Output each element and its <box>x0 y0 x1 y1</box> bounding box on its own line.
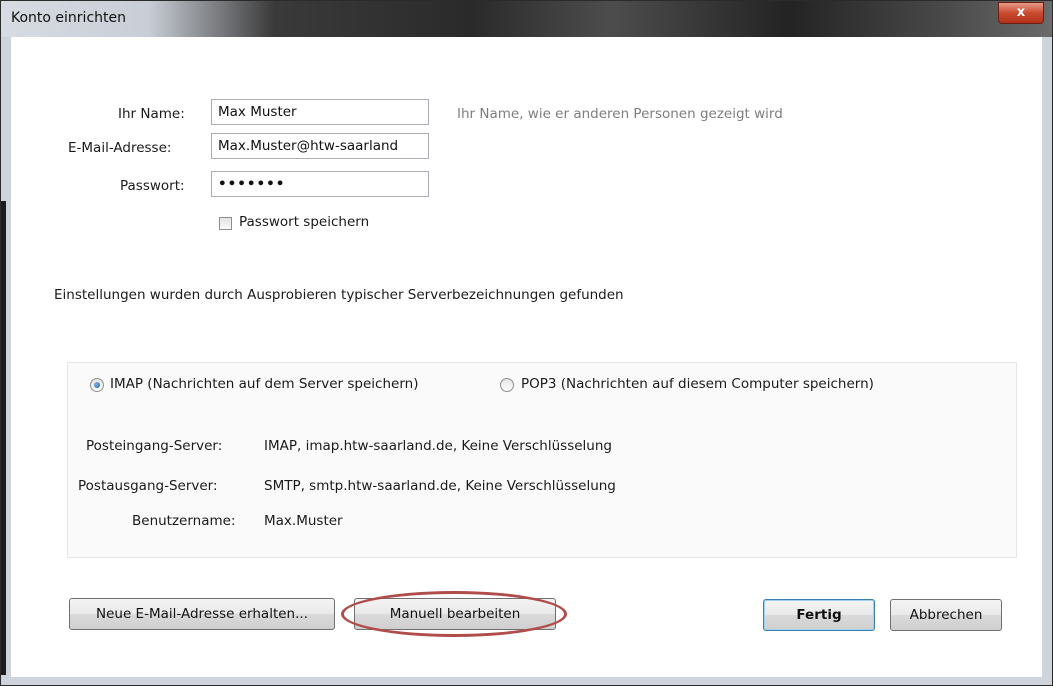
window-frame-right <box>1042 37 1052 685</box>
window-title: Konto einrichten <box>11 10 126 26</box>
name-field[interactable]: Max Muster <box>211 99 429 125</box>
incoming-server-value: IMAP, imap.htw-saarland.de, Keine Versch… <box>264 438 612 454</box>
username-value: Max.Muster <box>264 513 343 529</box>
name-label: Ihr Name: <box>118 106 185 122</box>
save-password-checkbox[interactable] <box>219 217 232 230</box>
pop3-radio-label[interactable]: POP3 (Nachrichten auf diesem Computer sp… <box>521 376 874 392</box>
radio-selected-dot-icon <box>94 382 100 388</box>
email-field[interactable]: Max.Muster@htw-saarland <box>211 133 429 159</box>
pop3-radio[interactable] <box>500 378 514 392</box>
outgoing-server-value: SMTP, smtp.htw-saarland.de, Keine Versch… <box>264 478 616 494</box>
incoming-server-label: Posteingang-Server: <box>86 438 223 454</box>
cancel-button[interactable]: Abbrechen <box>890 599 1002 631</box>
highlight-ellipse <box>341 591 567 637</box>
status-message: Einstellungen wurden durch Ausprobieren … <box>54 287 624 303</box>
window-frame-left-shadow <box>1 201 6 685</box>
name-hint: Ihr Name, wie er anderen Personen gezeig… <box>457 106 783 122</box>
imap-radio[interactable] <box>90 378 104 392</box>
email-label: E-Mail-Adresse: <box>68 140 172 156</box>
save-password-label[interactable]: Passwort speichern <box>239 214 369 230</box>
password-label: Passwort: <box>120 178 185 194</box>
new-address-button[interactable]: Neue E-Mail-Adresse erhalten... <box>69 598 335 630</box>
imap-radio-label[interactable]: IMAP (Nachrichten auf dem Server speiche… <box>110 376 418 392</box>
outgoing-server-label: Postausgang-Server: <box>78 478 218 494</box>
close-icon: x <box>1016 5 1026 20</box>
dialog-content: Ihr Name: Max Muster Ihr Name, wie er an… <box>11 37 1042 677</box>
username-label: Benutzername: <box>132 513 236 529</box>
password-field[interactable]: ••••••• <box>211 171 429 197</box>
close-button[interactable]: x <box>998 2 1044 24</box>
account-setup-window: Konto einrichten x Ihr Name: Max Muster … <box>0 0 1053 686</box>
title-bar[interactable]: Konto einrichten x <box>1 1 1052 37</box>
done-button[interactable]: Fertig <box>763 599 875 631</box>
server-settings-group: IMAP (Nachrichten auf dem Server speiche… <box>67 362 1017 558</box>
